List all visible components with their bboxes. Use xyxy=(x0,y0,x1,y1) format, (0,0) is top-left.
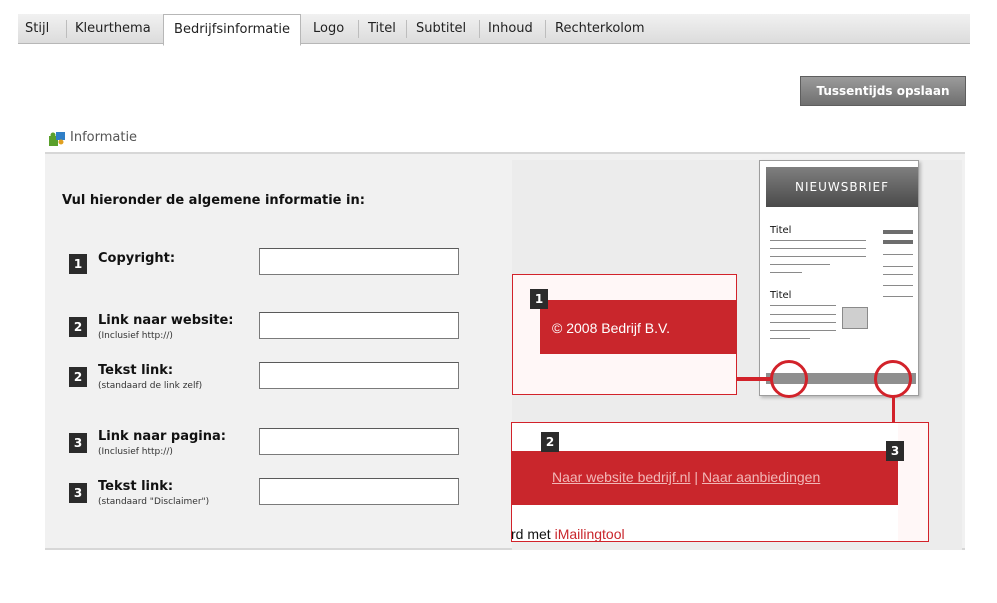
doc-title-2: Titel xyxy=(770,290,792,301)
tab-separator xyxy=(545,20,546,38)
section-title: Informatie xyxy=(70,130,138,145)
tab-titel[interactable]: Titel xyxy=(368,14,396,44)
tab-separator xyxy=(66,20,67,38)
step-number-badge: 2 xyxy=(69,367,87,387)
tab-inhoud[interactable]: Inhoud xyxy=(488,14,533,44)
newsletter-header: NIEUWSBRIEF xyxy=(766,167,918,207)
credit-brand: iMailingtool xyxy=(554,526,625,542)
copyright-label: Copyright: xyxy=(98,251,176,266)
link-separator: | xyxy=(690,469,702,485)
copyright-preview-text: © 2008 Bedrijf B.V. xyxy=(552,320,670,336)
credit-text: rd met iMailingtool xyxy=(511,526,625,542)
doc-text-line xyxy=(770,272,802,273)
doc-title-1: Titel xyxy=(770,225,792,236)
tab-separator xyxy=(406,20,407,38)
step-number-badge: 3 xyxy=(69,483,87,503)
website-link-text-label: Tekst link: xyxy=(98,363,174,378)
doc-text-line xyxy=(883,254,913,255)
doc-text-line xyxy=(770,264,830,265)
highlight-ring xyxy=(770,360,808,398)
doc-text-line xyxy=(770,314,836,315)
tab-stijl[interactable]: Stijl xyxy=(25,14,49,44)
doc-text-line xyxy=(770,240,866,241)
doc-text-line xyxy=(770,338,810,339)
page-link-input[interactable] xyxy=(259,428,459,455)
puzzle-icon xyxy=(49,132,65,146)
step-number-badge: 2 xyxy=(541,432,559,452)
doc-text-line xyxy=(770,248,866,249)
callout-connector xyxy=(892,397,895,425)
tab-bedrijfsinformatie[interactable]: Bedrijfsinformatie xyxy=(163,14,301,46)
doc-text-line xyxy=(770,256,866,257)
doc-text-line xyxy=(883,285,913,286)
doc-text-line xyxy=(883,296,913,297)
callout-connector xyxy=(736,377,772,381)
links-callout-top xyxy=(512,423,898,451)
tab-logo[interactable]: Logo xyxy=(313,14,344,44)
tab-bar: Stijl Kleurthema Bedrijfsinformatie Logo… xyxy=(18,14,970,46)
page-link-text-label: Tekst link: xyxy=(98,479,174,494)
copyright-input[interactable] xyxy=(259,248,459,275)
doc-text-line xyxy=(883,274,913,275)
save-interim-button[interactable]: Tussentijds opslaan xyxy=(800,76,966,106)
step-number-badge: 3 xyxy=(886,441,904,461)
website-link-label: Link naar website: xyxy=(98,313,234,328)
website-link-input[interactable] xyxy=(259,312,459,339)
doc-column-bar xyxy=(883,230,913,234)
step-number-badge: 3 xyxy=(69,433,87,453)
page-link-label: Link naar pagina: xyxy=(98,429,226,444)
website-link-hint: (Inclusief http://) xyxy=(98,331,173,341)
doc-text-line xyxy=(883,266,913,267)
tab-subtitel[interactable]: Subtitel xyxy=(416,14,466,44)
page-link-hint: (Inclusief http://) xyxy=(98,447,173,457)
step-number-badge: 1 xyxy=(69,254,87,274)
doc-text-line xyxy=(770,322,836,323)
website-link-text-input[interactable] xyxy=(259,362,459,389)
step-number-badge: 1 xyxy=(530,289,548,309)
doc-text-line xyxy=(770,330,836,331)
page-link-text-input[interactable] xyxy=(259,478,459,505)
tab-kleurthema[interactable]: Kleurthema xyxy=(75,14,151,44)
tab-separator xyxy=(479,20,480,38)
links-preview: Naar website bedrijf.nl | Naar aanbiedin… xyxy=(552,469,820,485)
doc-text-line xyxy=(770,305,836,306)
website-preview-link: Naar website bedrijf.nl xyxy=(552,469,691,485)
page-preview-link: Naar aanbiedingen xyxy=(701,469,821,485)
tab-separator xyxy=(358,20,359,38)
step-number-badge: 2 xyxy=(69,317,87,337)
website-link-text-hint: (standaard de link zelf) xyxy=(98,381,203,391)
page-link-text-hint: (standaard "Disclaimer") xyxy=(98,497,210,507)
tab-rechterkolom[interactable]: Rechterkolom xyxy=(555,14,645,44)
highlight-ring xyxy=(874,360,912,398)
image-placeholder-icon xyxy=(842,307,868,329)
credit-prefix: rd met xyxy=(511,526,555,542)
form-intro: Vul hieronder de algemene informatie in: xyxy=(62,193,365,208)
doc-column-bar xyxy=(883,240,913,244)
